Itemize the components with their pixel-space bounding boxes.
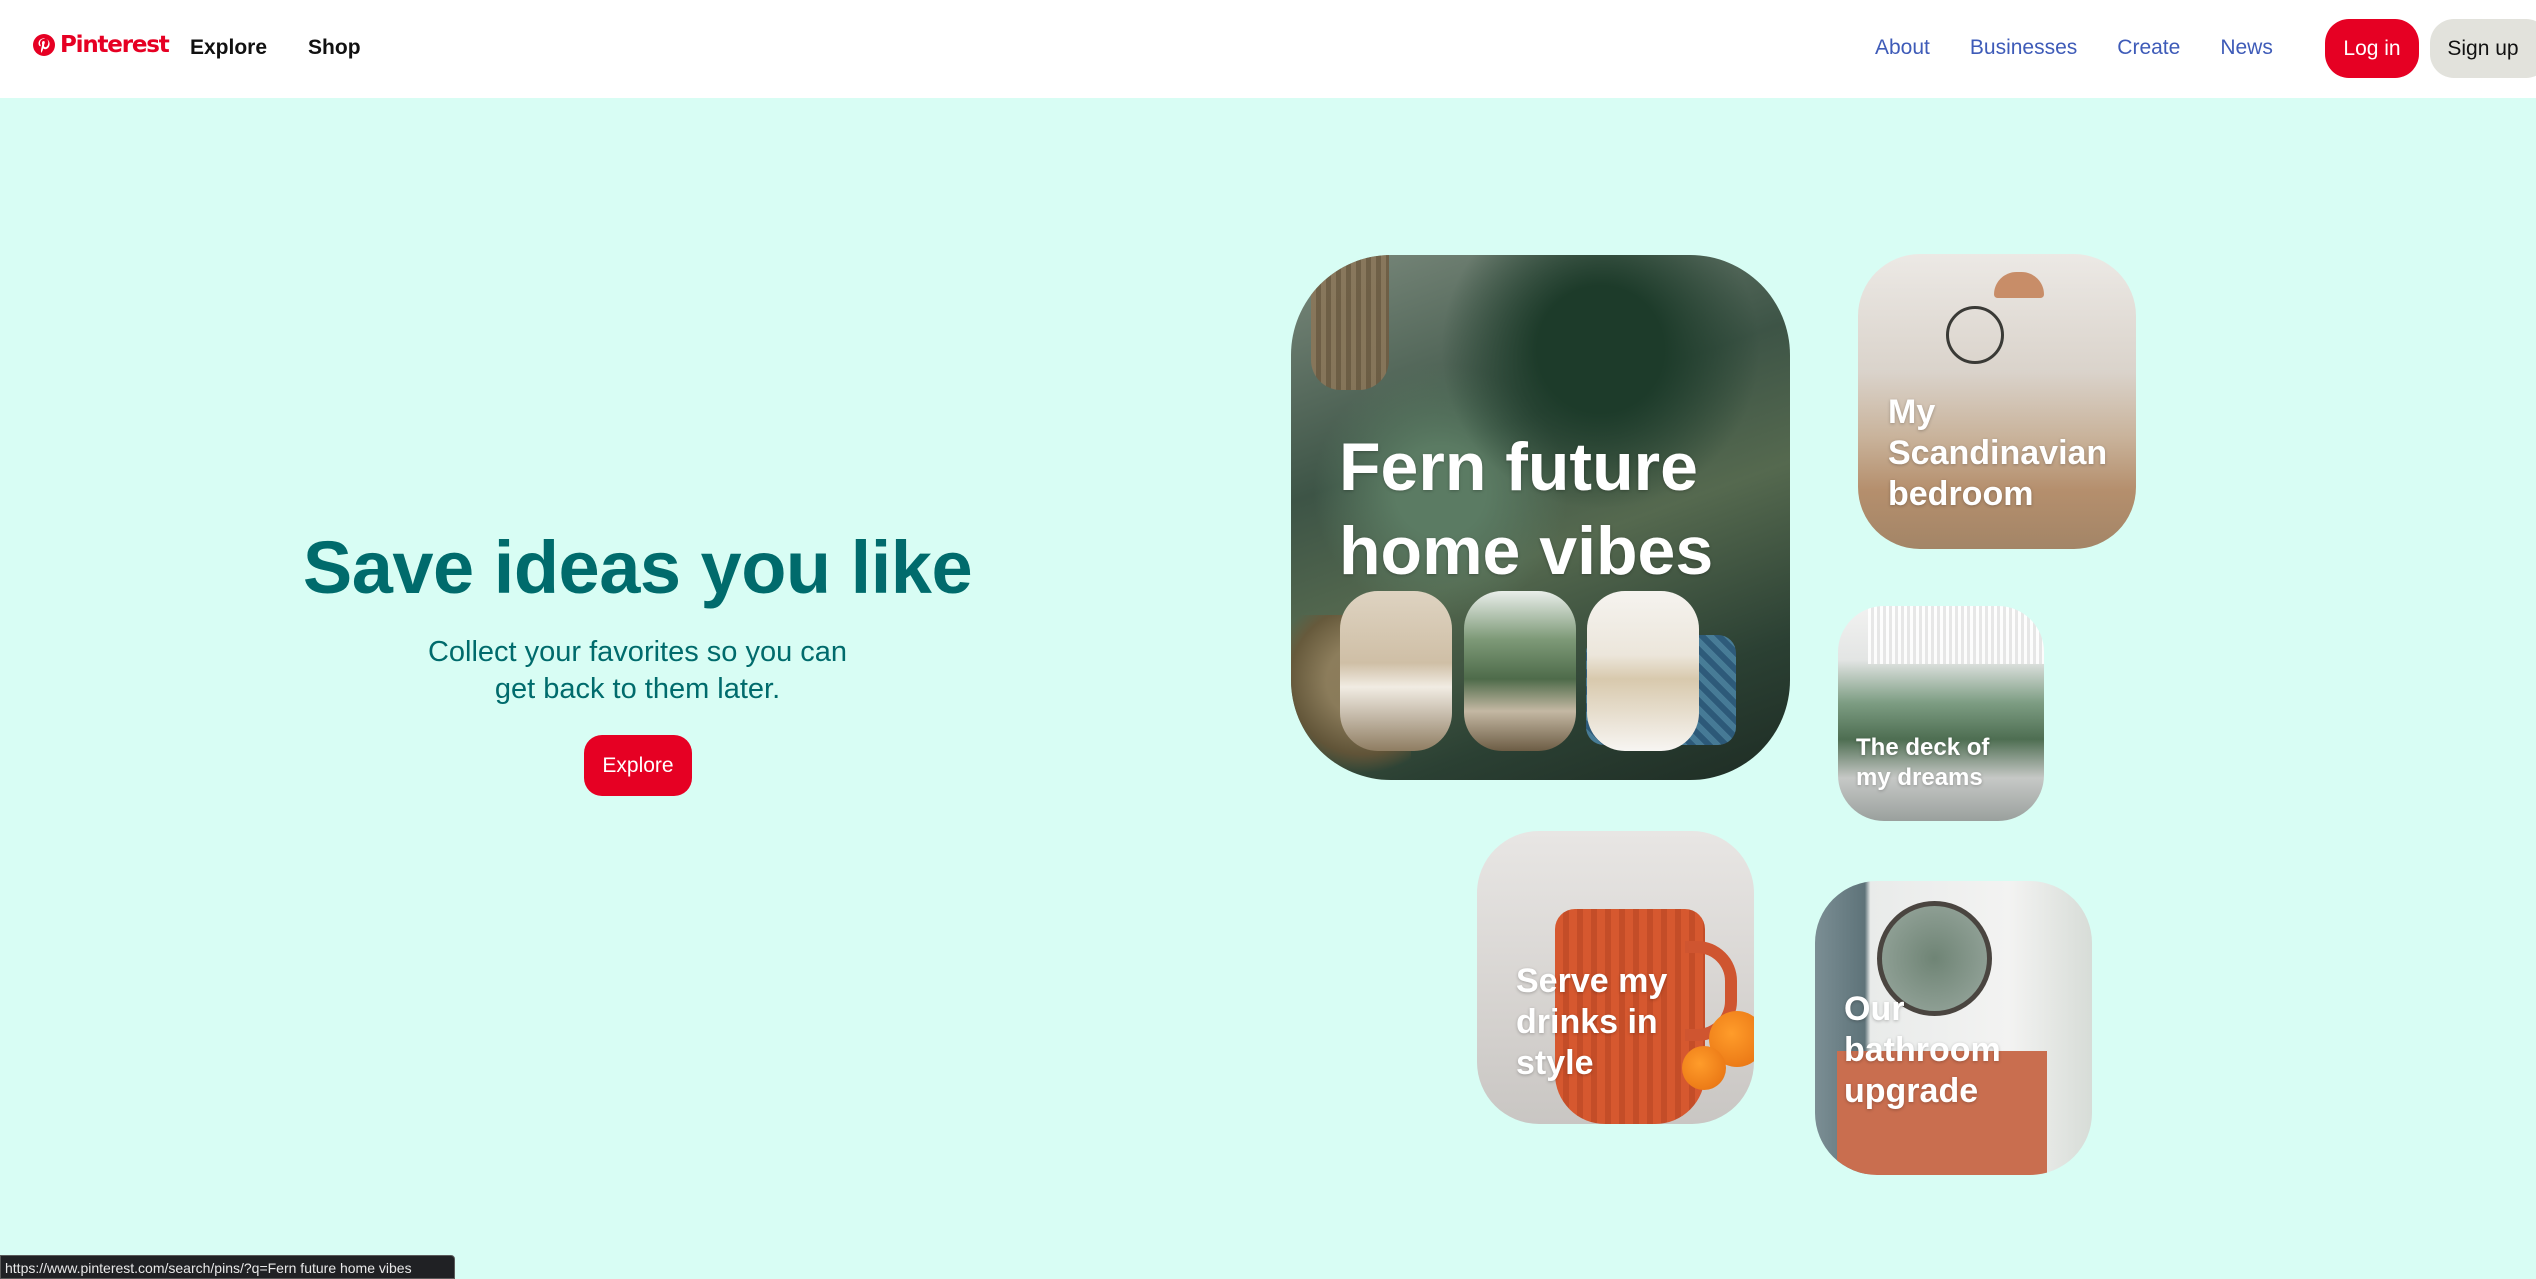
nav-link-news[interactable]: News [2220,36,2273,60]
hero-subtitle-line-2: get back to them later. [494,673,781,705]
card-title: The deck of my dreams [1856,733,1989,793]
slatted-ceiling-image [1868,606,2044,664]
primary-nav: Explore Shop [190,36,361,60]
board-card-serve-my-drinks-in-style[interactable]: Serve my drinks in style [1477,831,1754,1124]
hero-explore-button[interactable]: Explore [584,735,692,796]
board-card-scandinavian-bedroom[interactable]: My Scandinavian bedroom [1858,254,2136,549]
login-button[interactable]: Log in [2325,19,2419,78]
nav-link-create[interactable]: Create [2117,36,2180,60]
card-title: Our bathroom upgrade [1844,989,2001,1112]
thumbnail-dining-image[interactable] [1587,591,1699,751]
card-title: My Scandinavian bedroom [1888,392,2107,515]
card-title-line-1: Fern future [1339,429,1698,505]
card-title-line-2: Scandinavian [1888,434,2108,472]
nav-link-explore[interactable]: Explore [190,36,267,60]
hero-title: Save ideas you like [302,526,973,609]
nav-link-shop[interactable]: Shop [308,36,361,60]
wicker-lamp-image [1311,255,1389,390]
pendant-lamp-image [1994,272,2044,298]
card-title-line-1: Serve my [1516,962,1668,1000]
round-mirror-image [1946,306,2004,364]
card-title-line-3: upgrade [1844,1072,1979,1110]
board-card-fern-future-home-vibes[interactable]: Fern future home vibes [1291,255,1790,780]
thumbnail-plants-image[interactable] [1464,591,1576,751]
signup-button[interactable]: Sign up [2430,19,2536,78]
card-title-line-1: My [1888,393,1936,431]
card-title-line-2: home vibes [1339,513,1714,589]
card-title-line-2: bathroom [1844,1031,2001,1069]
nav-link-about[interactable]: About [1875,36,1930,60]
pinterest-logo[interactable]: Pinterest [32,32,170,58]
card-title-line-2: drinks in [1516,1003,1658,1041]
hero-subtitle: Collect your favorites so you can get ba… [370,634,905,708]
secondary-nav: About Businesses Create News [1875,36,2273,60]
thumbnail-bedroom-image[interactable] [1340,591,1452,751]
board-card-bathroom-upgrade[interactable]: Our bathroom upgrade [1815,881,2092,1175]
card-title-line-1: The deck of [1856,734,1990,761]
card-title-line-2: my dreams [1856,764,1983,791]
pinterest-logo-icon [33,34,55,56]
browser-status-url: https://www.pinterest.com/search/pins/?q… [0,1255,455,1279]
card-title: Fern future home vibes [1339,425,1713,593]
card-title-line-1: Our [1844,990,1905,1028]
nav-link-businesses[interactable]: Businesses [1970,36,2077,60]
card-title: Serve my drinks in style [1516,961,1667,1084]
brand-name: Pinterest [60,32,170,58]
hero-subtitle-line-1: Collect your favorites so you can [427,636,848,668]
board-card-deck-of-my-dreams[interactable]: The deck of my dreams [1838,606,2044,821]
card-title-line-3: style [1516,1044,1594,1082]
top-navigation-bar: Pinterest Explore Shop About Businesses … [0,0,2536,98]
card-title-line-3: bedroom [1888,475,2034,513]
orange-fruit-image [1682,1046,1726,1090]
